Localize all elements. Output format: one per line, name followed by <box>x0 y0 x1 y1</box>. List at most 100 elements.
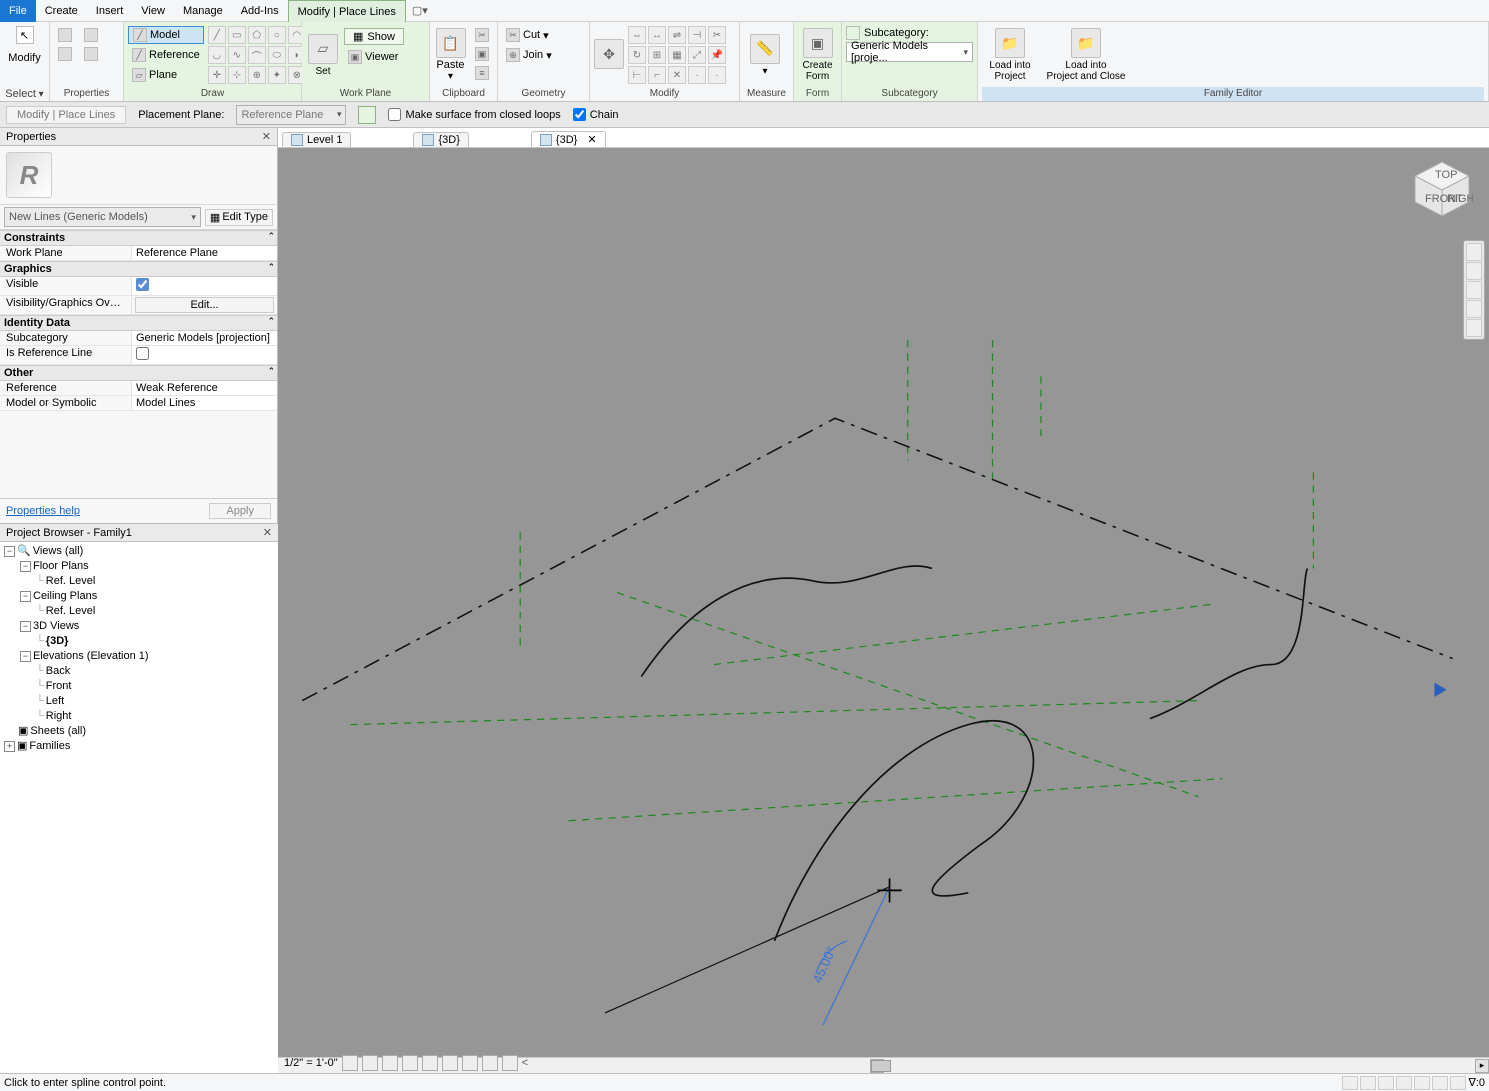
fillet-icon[interactable]: ⌒ <box>248 46 266 64</box>
g2-icon[interactable]: · <box>708 66 726 84</box>
arc2-icon[interactable]: ◡ <box>208 46 226 64</box>
corner-icon[interactable]: ⌐ <box>648 66 666 84</box>
pick-icon[interactable]: ✛ <box>208 66 226 84</box>
paste-button[interactable]: 📋Paste▾ <box>434 26 467 84</box>
cut-geom-button[interactable]: ✂Cut ▾ <box>502 26 553 44</box>
load-into-project-button[interactable]: 📁Load into Project <box>982 26 1038 84</box>
view-tab[interactable]: View <box>132 0 174 22</box>
elev-front-node[interactable]: └ Front <box>4 679 274 694</box>
surface-checkbox[interactable]: Make surface from closed loops <box>388 108 560 121</box>
props-btn-3[interactable] <box>80 26 102 44</box>
apply-button[interactable]: Apply <box>209 503 271 519</box>
status-icon-2[interactable] <box>1360 1076 1376 1090</box>
visible-row[interactable]: Visible <box>0 277 277 296</box>
measure-button[interactable]: 📏▾ <box>744 26 786 84</box>
model-line-button[interactable]: ╱Model <box>128 26 204 44</box>
viewtab-3d-2[interactable]: {3D}✕ <box>531 131 606 147</box>
pick2-icon[interactable]: ⊹ <box>228 66 246 84</box>
is-ref-checkbox[interactable] <box>136 347 149 360</box>
other-header[interactable]: Otherˆ <box>0 365 277 381</box>
status-icon-1[interactable] <box>1342 1076 1358 1090</box>
look-icon[interactable] <box>1466 319 1482 337</box>
props-btn-4[interactable] <box>80 45 102 63</box>
canvas[interactable]: 45.00° FRONT RIGHT TOP <box>278 148 1489 1073</box>
workplane-picker-icon[interactable] <box>358 106 376 124</box>
properties-close-icon[interactable]: ✕ <box>262 130 271 143</box>
edit-type-button[interactable]: ▦Edit Type <box>205 209 273 226</box>
create-tab[interactable]: Create <box>36 0 87 22</box>
ribbon-extras-icon[interactable]: ▢▾ <box>406 4 434 17</box>
load-into-project-close-button[interactable]: 📁Load into Project and Close <box>1042 26 1130 84</box>
fullnav-icon[interactable] <box>1466 243 1482 261</box>
filter-count[interactable]: ∇:0 <box>1468 1076 1485 1090</box>
viewtab-level1[interactable]: Level 1 <box>282 132 351 147</box>
spline-icon[interactable]: ∿ <box>228 46 246 64</box>
subcategory-row[interactable]: SubcategoryGeneric Models [projection] <box>0 331 277 346</box>
poly-icon[interactable]: ⬠ <box>248 26 266 44</box>
g1-icon[interactable]: · <box>688 66 706 84</box>
views-node[interactable]: − 🔍 Views (all) <box>4 544 274 559</box>
copy-clip-button[interactable]: ▣ <box>471 45 493 63</box>
status-icon-6[interactable] <box>1432 1076 1448 1090</box>
visual-style-icon[interactable] <box>362 1055 378 1071</box>
type-selector-dropdown[interactable]: New Lines (Generic Models) <box>4 207 201 227</box>
pick4-icon[interactable]: ✦ <box>268 66 286 84</box>
visible-checkbox[interactable] <box>136 278 149 291</box>
nav-bar[interactable] <box>1463 240 1485 340</box>
3d-item-node[interactable]: └ {3D} <box>4 634 274 649</box>
status-icon-3[interactable] <box>1378 1076 1394 1090</box>
browser-close-icon[interactable]: ✕ <box>263 526 272 539</box>
match-button[interactable]: ≡ <box>471 64 493 82</box>
identity-header[interactable]: Identity Dataˆ <box>0 315 277 331</box>
cursor-icon[interactable]: ↖ <box>16 26 34 44</box>
lock-icon[interactable] <box>462 1055 478 1071</box>
zoom-icon[interactable] <box>1466 281 1482 299</box>
status-icon-7[interactable] <box>1450 1076 1466 1090</box>
ellipse-icon[interactable]: ⬭ <box>268 46 286 64</box>
chain-checkbox[interactable]: Chain <box>573 108 619 121</box>
constraints-header[interactable]: Constraintsˆ <box>0 230 277 246</box>
scale-icon[interactable]: ⤢ <box>688 46 706 64</box>
elev-back-node[interactable]: └ Back <box>4 664 274 679</box>
status-icon-5[interactable] <box>1414 1076 1430 1090</box>
placement-plane-dropdown[interactable]: Reference Plane <box>236 105 346 125</box>
props-btn-2[interactable] <box>54 45 76 63</box>
show-workplane-button[interactable]: ▦Show <box>344 28 404 45</box>
rect-icon[interactable]: ▭ <box>228 26 246 44</box>
modify-button[interactable]: Modify <box>8 52 40 64</box>
extend-icon[interactable]: ⊢ <box>628 66 646 84</box>
reflevel-cp-node[interactable]: └ Ref. Level <box>4 604 274 619</box>
addins-tab[interactable]: Add-Ins <box>232 0 288 22</box>
pin-icon[interactable]: 📌 <box>708 46 726 64</box>
delete-icon[interactable]: ✕ <box>668 66 686 84</box>
model-symbolic-row[interactable]: Model or SymbolicModel Lines <box>0 396 277 411</box>
circle-icon[interactable]: ○ <box>268 26 286 44</box>
trim-icon[interactable]: ⊣ <box>688 26 706 44</box>
workplane-viewer-button[interactable]: ▣Viewer <box>344 48 404 66</box>
move-button[interactable]: ✥ <box>594 26 624 82</box>
status-icon-4[interactable] <box>1396 1076 1412 1090</box>
sunpath-icon[interactable] <box>382 1055 398 1071</box>
elev-right-node[interactable]: └ Right <box>4 709 274 724</box>
is-ref-line-row[interactable]: Is Reference Line <box>0 346 277 365</box>
temporary-hide-icon[interactable] <box>482 1055 498 1071</box>
manage-tab[interactable]: Manage <box>174 0 232 22</box>
set-workplane-button[interactable]: ▱Set <box>306 26 340 84</box>
properties-help-link[interactable]: Properties help <box>6 505 80 517</box>
crop-icon[interactable] <box>422 1055 438 1071</box>
elevations-node[interactable]: − Elevations (Elevation 1) <box>4 649 274 664</box>
viewcube[interactable]: FRONT RIGHT TOP <box>1411 158 1473 220</box>
ceilingplans-node[interactable]: − Ceiling Plans <box>4 589 274 604</box>
reflevel-fp-node[interactable]: └ Ref. Level <box>4 574 274 589</box>
reference-row[interactable]: ReferenceWeak Reference <box>0 381 277 396</box>
line-icon[interactable]: ╱ <box>208 26 226 44</box>
floorplans-node[interactable]: − Floor Plans <box>4 559 274 574</box>
reference-plane-button[interactable]: ▱Plane <box>128 66 204 84</box>
graphics-header[interactable]: Graphicsˆ <box>0 261 277 277</box>
align-icon[interactable]: ⇔ <box>628 26 646 44</box>
offset-icon[interactable]: ↔ <box>648 26 666 44</box>
join-geom-button[interactable]: ⊕Join ▾ <box>502 46 556 64</box>
visibility-graphics-row[interactable]: Visibility/Graphics Overri...Edit... <box>0 296 277 315</box>
viewtab-3d-1[interactable]: {3D} <box>413 132 468 147</box>
3dviews-node[interactable]: − 3D Views <box>4 619 274 634</box>
